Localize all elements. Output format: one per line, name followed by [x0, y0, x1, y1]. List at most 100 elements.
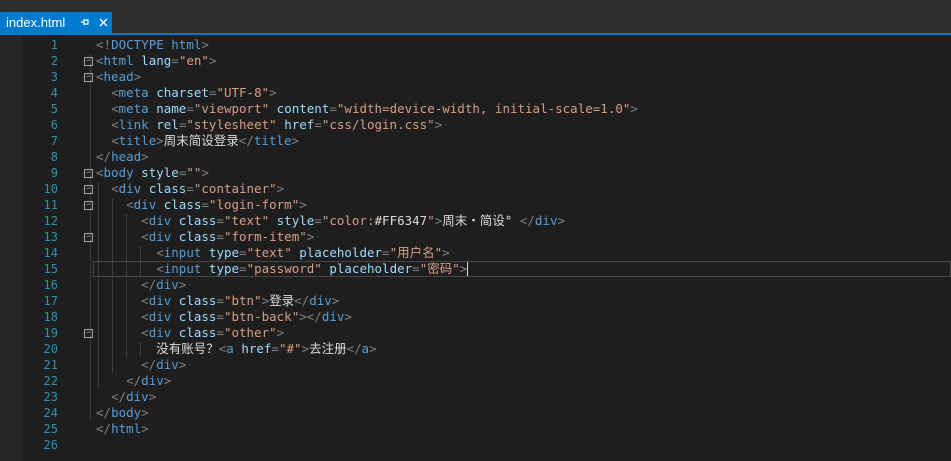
- code-line[interactable]: 21 </div>: [0, 357, 951, 373]
- code-text: 没有账号？<a href="#">去注册</a>: [96, 341, 377, 357]
- code-token: title: [253, 133, 292, 148]
- code-token: "btn-back": [223, 309, 300, 324]
- code-token: <: [111, 133, 119, 148]
- code-token: <: [141, 325, 149, 340]
- code-line[interactable]: 23 </div>: [0, 389, 951, 405]
- code-token: html: [103, 53, 134, 68]
- indent-guide: [90, 71, 91, 149]
- code-token: link: [118, 117, 149, 132]
- code-token: <: [111, 85, 119, 100]
- close-icon[interactable]: [96, 15, 110, 29]
- code-token: >: [201, 37, 209, 52]
- code-token: charset: [156, 85, 209, 100]
- code-line[interactable]: 20 没有账号？<a href="#">去注册</a>: [0, 341, 951, 357]
- code-token: 周末・简设°: [442, 213, 520, 228]
- line-number: 3: [50, 70, 58, 84]
- line-number: 20: [43, 342, 58, 356]
- code-text: <!DOCTYPE html>: [96, 37, 209, 53]
- code-token: >: [276, 325, 285, 340]
- line-number: 23: [43, 390, 58, 404]
- code-line[interactable]: 8 </head>: [0, 149, 951, 165]
- code-line[interactable]: 14 <input type="text" placeholder="用户名">: [0, 245, 951, 261]
- code-editor[interactable]: 1 <!DOCTYPE html> 2− <html lang="en"> 3− <hea…: [0, 35, 951, 461]
- code-token: div: [156, 357, 179, 372]
- code-line[interactable]: 19 − <div class="other">: [0, 325, 951, 341]
- code-token: title: [118, 133, 157, 148]
- indent-guide: [98, 183, 99, 389]
- code-line[interactable]: 11 − <div class="login-form">: [0, 197, 951, 213]
- code-token: head: [103, 69, 134, 84]
- code-line[interactable]: 7 <title>周末简设登录</title>: [0, 133, 951, 149]
- code-token: 去注册: [309, 341, 347, 356]
- code-token: =: [239, 261, 247, 276]
- code-line[interactable]: 25 </html>: [0, 421, 951, 437]
- code-line[interactable]: 4 <meta charset="UTF-8">: [0, 85, 951, 101]
- code-token: </: [294, 293, 310, 308]
- code-text: </html>: [96, 421, 149, 437]
- code-line[interactable]: 2 − <html lang="en">: [0, 53, 951, 69]
- code-token: head: [111, 149, 142, 164]
- fold-toggle-icon[interactable]: −: [84, 201, 93, 210]
- fold-toggle-icon[interactable]: −: [84, 73, 93, 82]
- code-token: meta: [118, 101, 149, 116]
- code-token: >: [291, 133, 300, 148]
- code-token: "other": [223, 325, 277, 340]
- code-token: =: [314, 213, 322, 228]
- code-line[interactable]: 24 </body>: [0, 405, 951, 421]
- fold-toggle-icon[interactable]: −: [84, 233, 93, 242]
- code-text: </div>: [96, 373, 171, 389]
- code-token: <: [96, 53, 104, 68]
- code-line[interactable]: 26: [0, 437, 951, 453]
- code-token: "btn": [223, 293, 262, 308]
- fold-toggle-icon[interactable]: −: [84, 329, 93, 338]
- code-token: "": [186, 165, 202, 180]
- code-token: >: [178, 277, 187, 292]
- code-line[interactable]: 10 − <div class="container">: [0, 181, 951, 197]
- code-token: =: [216, 325, 224, 340]
- code-text: <input type="password" placeholder="密码">: [96, 261, 467, 277]
- code-token: body: [111, 405, 142, 420]
- code-token: >: [630, 101, 638, 116]
- tab-index-html[interactable]: index.html: [0, 12, 112, 33]
- code-text: <div class="other">: [96, 325, 284, 341]
- fold-toggle-icon[interactable]: −: [84, 57, 93, 66]
- fold-toggle-icon[interactable]: −: [84, 169, 93, 178]
- code-text: <div class="btn">登录</div>: [96, 293, 339, 309]
- code-token: type: [208, 245, 240, 260]
- line-number: 7: [50, 134, 58, 148]
- code-token: =: [216, 293, 224, 308]
- code-line[interactable]: 9 − <body style="">: [0, 165, 951, 181]
- line-number: 18: [43, 310, 58, 324]
- code-line[interactable]: 13 − <div class="form-item">: [0, 229, 951, 245]
- code-line[interactable]: 12 <div class="text" style="color:#FF634…: [0, 213, 951, 229]
- code-line[interactable]: 15 <input type="password" placeholder="密…: [0, 261, 951, 277]
- code-token: html: [111, 421, 142, 436]
- code-token: </: [238, 133, 254, 148]
- fold-toggle-icon[interactable]: −: [84, 185, 93, 194]
- code-text: <title>周末简设登录</title>: [96, 133, 299, 149]
- code-token: >: [557, 213, 565, 228]
- code-token: div: [148, 309, 172, 324]
- code-line[interactable]: 18 <div class="btn-back"></div>: [0, 309, 951, 325]
- code-token: div: [309, 293, 332, 308]
- code-line[interactable]: 1 <!DOCTYPE html>: [0, 37, 951, 53]
- code-line[interactable]: 22 </div>: [0, 373, 951, 389]
- code-token: =: [271, 341, 279, 356]
- code-line[interactable]: 3 − <head>: [0, 69, 951, 85]
- code-token: <: [141, 229, 149, 244]
- code-line[interactable]: 17 <div class="btn">登录</div>: [0, 293, 951, 309]
- code-token: <: [126, 197, 134, 212]
- code-line[interactable]: 5 <meta name="viewport" content="width=d…: [0, 101, 951, 117]
- code-token: "text": [246, 245, 292, 260]
- pin-icon[interactable]: [78, 15, 92, 29]
- line-number: 11: [43, 198, 58, 212]
- code-line[interactable]: 6 <link rel="stylesheet" href="css/login…: [0, 117, 951, 133]
- code-token: lang: [141, 53, 172, 68]
- code-token: >: [163, 373, 172, 388]
- code-line[interactable]: 16 </div>: [0, 277, 951, 293]
